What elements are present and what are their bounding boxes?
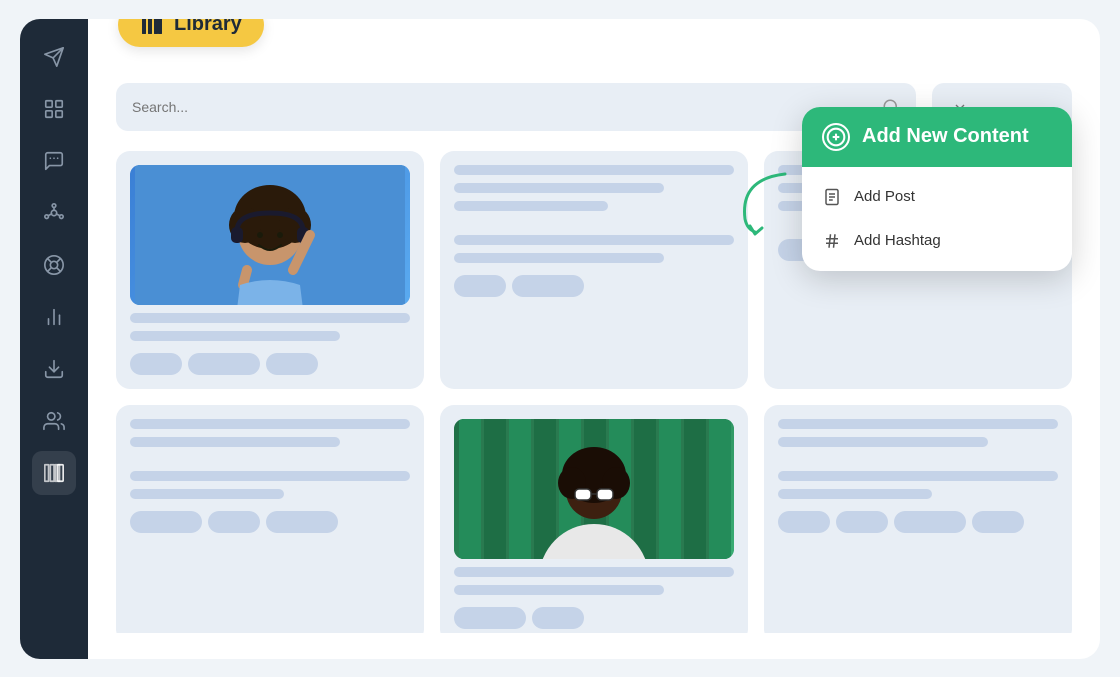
sidebar-item-analytics[interactable] xyxy=(32,295,76,339)
card-tag xyxy=(972,511,1024,533)
arrow-indicator xyxy=(720,164,800,249)
add-hashtag-label: Add Hashtag xyxy=(854,232,941,249)
card-text-line-1 xyxy=(130,313,410,323)
card-text-line xyxy=(454,201,608,211)
sidebar-item-download[interactable] xyxy=(32,347,76,391)
content-card-4[interactable] xyxy=(116,405,424,633)
card-text-line xyxy=(454,567,734,577)
card-text-line xyxy=(130,419,410,429)
add-content-label: Add New Content xyxy=(862,125,1029,148)
card-text-line xyxy=(778,471,1058,481)
add-post-item[interactable]: Add Post xyxy=(802,175,1072,219)
card-text-line xyxy=(130,489,284,499)
search-input-wrap[interactable] xyxy=(116,83,916,131)
dropdown-items: Add Post Add Hashtag xyxy=(802,167,1072,271)
card-tag xyxy=(512,275,584,297)
content-card-1[interactable] xyxy=(116,151,424,389)
card-tag xyxy=(130,511,202,533)
card-tag xyxy=(208,511,260,533)
add-content-dropdown: Add New Content Add Post xyxy=(802,107,1072,271)
card-tag-row-2 xyxy=(454,275,734,297)
sidebar-item-inbox[interactable] xyxy=(32,139,76,183)
card-tag xyxy=(188,353,260,375)
sidebar-item-users[interactable] xyxy=(32,399,76,443)
card-text-line xyxy=(778,419,1058,429)
card-tag-row-1 xyxy=(130,353,410,375)
card-tag xyxy=(894,511,966,533)
card-tag xyxy=(266,511,338,533)
card-text-line xyxy=(778,437,988,447)
content-card-2[interactable] xyxy=(440,151,748,389)
add-content-button[interactable]: Add New Content xyxy=(802,107,1072,167)
card-tag xyxy=(454,607,526,629)
sidebar-item-support[interactable] xyxy=(32,243,76,287)
library-badge: Library xyxy=(118,19,264,47)
sidebar-item-network[interactable] xyxy=(32,191,76,235)
card-image-green xyxy=(454,419,734,559)
main-content: Library xyxy=(88,19,1100,659)
card-text-line xyxy=(454,235,734,245)
card-text-line xyxy=(130,437,340,447)
card-text-line xyxy=(454,183,664,193)
card-tag-row-5 xyxy=(454,607,734,629)
card-text-line-2 xyxy=(130,331,340,341)
add-post-label: Add Post xyxy=(854,188,915,205)
card-text-line xyxy=(454,253,664,263)
card-text-line xyxy=(454,165,734,175)
sidebar-item-send[interactable] xyxy=(32,35,76,79)
library-badge-icon xyxy=(140,19,164,37)
content-card-6[interactable] xyxy=(764,405,1072,633)
search-input[interactable] xyxy=(132,99,872,115)
card-tag xyxy=(836,511,888,533)
card-tag xyxy=(532,607,584,629)
card-tag-row-6 xyxy=(778,511,1058,533)
content-card-5[interactable] xyxy=(440,405,748,633)
person-photo-blue xyxy=(130,165,410,305)
library-label: Library xyxy=(174,19,242,37)
doc-icon xyxy=(822,187,842,207)
card-tag xyxy=(266,353,318,375)
card-text-line xyxy=(454,585,664,595)
card-tag xyxy=(130,353,182,375)
card-text-line xyxy=(130,471,410,481)
app-container: Library xyxy=(20,19,1100,659)
add-hashtag-item[interactable]: Add Hashtag xyxy=(802,219,1072,263)
card-tag xyxy=(454,275,506,297)
add-icon xyxy=(822,123,850,151)
card-image-blue xyxy=(130,165,410,305)
sidebar-item-dashboard[interactable] xyxy=(32,87,76,131)
card-text-line xyxy=(778,489,932,499)
sidebar-item-library[interactable] xyxy=(32,451,76,495)
card-tag-row-4 xyxy=(130,511,410,533)
person-photo-green xyxy=(454,419,734,559)
card-tag xyxy=(778,511,830,533)
sidebar xyxy=(20,19,88,659)
hash-icon xyxy=(822,231,842,251)
